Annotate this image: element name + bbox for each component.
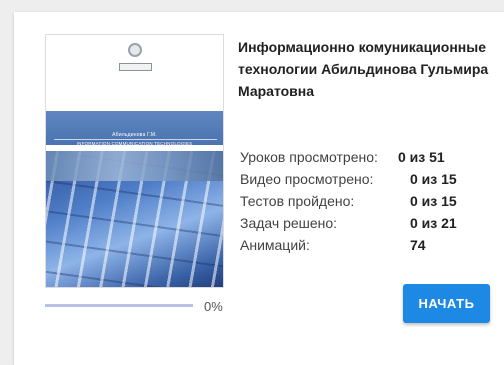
stat-label: Видео просмотрено: [240, 171, 374, 187]
stat-label: Задач решено: [240, 215, 338, 231]
cover-divider [54, 139, 217, 140]
stat-value: 0 из 21 [410, 215, 457, 231]
cover-author: Абильдинова Г.М. [112, 132, 157, 138]
stat-value: 74 [410, 237, 426, 253]
cover-photo-switch [46, 151, 223, 181]
stat-label: Уроков просмотрено: [240, 149, 378, 165]
course-cover-image[interactable]: Абильдинова Г.М. INFORMATION COMMUNICATI… [45, 34, 224, 288]
stat-label: Анимаций: [240, 237, 310, 253]
course-card: Абильдинова Г.М. INFORMATION COMMUNICATI… [14, 12, 504, 365]
stat-label: Тестов пройдено: [240, 193, 355, 209]
progress-percent: 0% [204, 299, 223, 314]
university-emblem-icon [128, 43, 142, 57]
start-button[interactable]: НАЧАТЬ [403, 284, 490, 323]
cover-title: INFORMATION COMMUNICATION TECHNOLOGIES [76, 141, 193, 146]
stat-value: 0 из 15 [410, 171, 457, 187]
cover-logo [119, 63, 152, 71]
stat-value: 0 из 15 [410, 193, 457, 209]
stat-value: 0 из 51 [398, 149, 445, 165]
progress-bar [45, 304, 193, 307]
course-title[interactable]: Информационно комуникационные технологии… [238, 36, 498, 102]
